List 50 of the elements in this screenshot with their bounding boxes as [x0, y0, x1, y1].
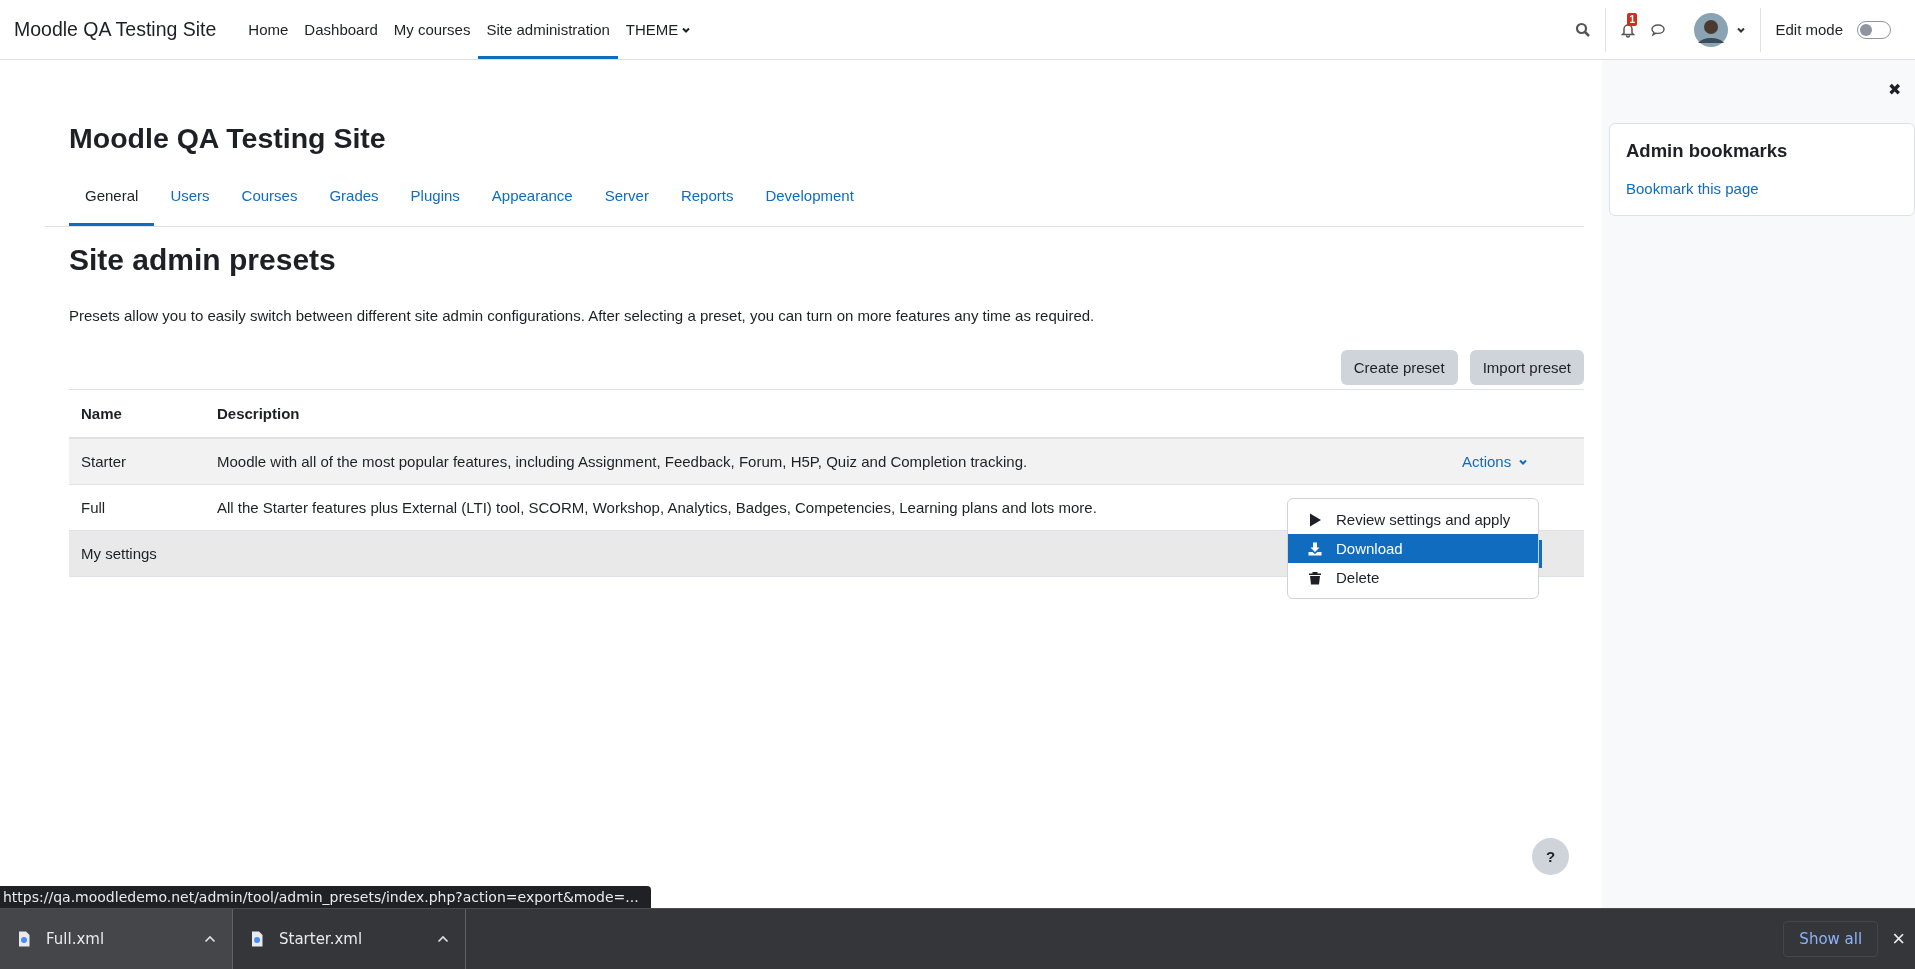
preset-button[interactable]: Import preset — [1469, 350, 1584, 385]
preset-name: My settings — [81, 545, 157, 562]
help-button[interactable]: ? — [1532, 838, 1569, 875]
tab[interactable]: Reports — [664, 173, 750, 226]
nav-link[interactable]: Home — [240, 0, 297, 59]
nav-link[interactable]: My courses — [385, 0, 479, 59]
bookmark-link[interactable]: Bookmark this page — [1626, 180, 1759, 197]
chevron-up-icon — [437, 935, 449, 943]
search-icon[interactable] — [1575, 21, 1592, 38]
nav-link[interactable]: Site administration — [478, 0, 618, 59]
actions-link[interactable]: Actions — [1462, 453, 1529, 470]
close-button[interactable]: × — [1888, 926, 1909, 952]
nav-link[interactable]: THEME — [617, 0, 700, 59]
intro-text: Presets allow you to easily switch between different site admin configurations. After selecting a preset, you can turn on more features any time as required. — [69, 307, 1096, 324]
tab[interactable]: Appearance — [475, 173, 589, 226]
preset-description: All the Starter features plus External (LTI) tool, SCORM, Workshop, Analytics, Badges, Competencies, Learning plans and lots more. — [217, 499, 1097, 516]
avatar[interactable] — [1694, 12, 1729, 47]
show-all-button[interactable]: Show all — [1783, 921, 1879, 957]
file-icon — [251, 931, 263, 947]
tab[interactable]: Users — [154, 173, 226, 226]
preset-description: Moodle with all of the most popular features, including Assignment, Feedback, Forum, H5P, Quiz and Completion tracking. — [217, 453, 1028, 470]
section-heading: Site admin presets — [69, 243, 337, 277]
preset-button[interactable]: Create preset — [1340, 350, 1458, 385]
chevron-up-icon — [204, 935, 216, 943]
tab[interactable]: Development — [749, 173, 870, 226]
nav-link[interactable]: Dashboard — [296, 0, 386, 59]
tab[interactable]: Grades — [313, 173, 395, 226]
tab[interactable]: General — [69, 173, 155, 226]
status-url: https://qa.moodledemo.net/admin/tool/admin_presets/index.php?action=export&mode=... — [0, 886, 651, 908]
downloaded-file[interactable]: Starter.xml — [233, 909, 466, 969]
notification-count: 1 — [1627, 12, 1637, 26]
file-icon — [18, 931, 30, 947]
trash-icon — [1308, 570, 1322, 585]
card-title: Admin bookmarks — [1626, 140, 1789, 162]
site-name[interactable]: Moodle QA Testing Site — [14, 18, 217, 41]
close-button[interactable]: ✖ — [1888, 80, 1901, 99]
preset-name: Full — [81, 499, 106, 516]
tab[interactable]: Courses — [225, 173, 314, 226]
tab[interactable]: Server — [588, 173, 665, 226]
edit-mode-label: Edit mode — [1775, 21, 1843, 38]
downloaded-file[interactable]: Full.xml — [0, 909, 233, 969]
preset-name: Starter — [81, 453, 126, 470]
tab[interactable]: Plugins — [394, 173, 476, 226]
menu-item[interactable]: Delete — [1288, 563, 1538, 592]
download-icon — [1308, 541, 1322, 556]
page-title: Moodle QA Testing Site — [69, 122, 387, 155]
chat-bubble-icon[interactable] — [1650, 21, 1667, 38]
menu-item[interactable]: Download — [1288, 534, 1538, 563]
play-icon — [1308, 512, 1322, 527]
menu-item[interactable]: Review settings and apply — [1288, 505, 1538, 534]
